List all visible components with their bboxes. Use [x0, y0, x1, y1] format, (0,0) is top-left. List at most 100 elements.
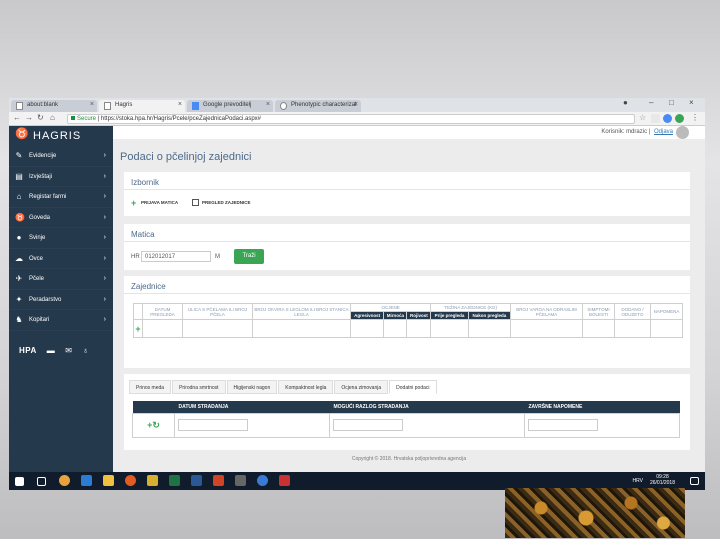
- app-icon[interactable]: [257, 475, 268, 486]
- col-ocjene: OCJENE: [349, 303, 432, 312]
- firefox-icon[interactable]: [125, 475, 136, 486]
- table-cell: [406, 319, 432, 338]
- task-view-icon[interactable]: [37, 477, 46, 486]
- zavrsne-napomene-input[interactable]: [528, 418, 598, 431]
- url-field[interactable]: Secure | https://stoka.hpa.hr/Hagris/Pce…: [67, 114, 635, 124]
- pregled-zajednice-button[interactable]: PREGLED ZAJEDNICE: [192, 199, 251, 206]
- matica-panel: Matica HR 012012017 M Traži: [124, 224, 690, 270]
- sidebar-item-registar-farmi[interactable]: ⌂ Registar farmi ›: [9, 187, 113, 208]
- sidebar-item-svinje[interactable]: ● Svinje ›: [9, 228, 113, 249]
- excel-icon[interactable]: [169, 475, 180, 486]
- reload-icon[interactable]: ↻: [37, 113, 44, 122]
- lock-icon: [71, 116, 75, 120]
- sidebar-item-peradarstvo[interactable]: ✦ Peradarstvo ›: [9, 290, 113, 310]
- window-close-icon[interactable]: ×: [689, 98, 694, 107]
- table-cell: [132, 401, 175, 413]
- hpa-logo: HPA ▬ ✉ ♁: [19, 346, 89, 355]
- add-row-icon[interactable]: +↻: [147, 420, 160, 430]
- close-icon[interactable]: ×: [90, 101, 94, 108]
- profile-icon[interactable]: ●: [623, 98, 628, 107]
- add-row-cell[interactable]: +↻: [132, 412, 175, 438]
- menu-icon[interactable]: ⋮: [691, 113, 699, 122]
- close-icon[interactable]: ×: [354, 101, 358, 108]
- clock[interactable]: 09:28 26/01/2018: [650, 474, 675, 486]
- star-icon[interactable]: ☆: [639, 113, 646, 122]
- maximize-icon[interactable]: □: [669, 98, 674, 107]
- sidebar-item-goveda[interactable]: ♉ Goveda ›: [9, 208, 113, 228]
- word-icon[interactable]: [191, 475, 202, 486]
- tab-higijenski-nagon[interactable]: Higijenski nagon: [226, 380, 278, 394]
- app-icon[interactable]: [147, 475, 158, 486]
- notification-icon[interactable]: [690, 477, 699, 485]
- razlog-stradanja-input[interactable]: [333, 418, 403, 431]
- browser-tab-translate[interactable]: Google prevoditelj ×: [187, 100, 273, 112]
- izbornik-title: Izbornik: [124, 172, 690, 190]
- main-content: Korisnik: mdrazic | Odjava Podaci o pčel…: [113, 126, 705, 472]
- extension-icon[interactable]: [663, 114, 672, 123]
- sidebar-item-izvjestaji[interactable]: ▤ Izvještaji ›: [9, 167, 113, 187]
- screen: about:blank × Hagris × Google prevoditelj ×…: [9, 98, 705, 490]
- back-icon[interactable]: ←: [13, 113, 21, 122]
- zajednice-table: DATUM PREGLEDA ULICA S PČELAMA ILI BROJ …: [133, 303, 683, 338]
- close-icon[interactable]: ×: [178, 101, 182, 108]
- app-logo[interactable]: ♉ HAGRIS: [9, 126, 113, 144]
- extension-icon[interactable]: [675, 114, 684, 123]
- poultry-icon: ✦: [15, 294, 23, 304]
- tab-dodatni-podaci[interactable]: Dodatni podaci: [389, 380, 437, 394]
- sidebar: ♉ HAGRIS ✎ Evidencije › ▤ Izvještaji › ⌂ Regis…: [9, 126, 113, 472]
- table-cell: [582, 319, 615, 338]
- tab-prinos-meda[interactable]: Prinos meda: [129, 380, 172, 394]
- sidebar-item-ovce[interactable]: ☁ Ovce ›: [9, 249, 113, 269]
- table-cell: [650, 319, 683, 338]
- plus-icon[interactable]: +: [135, 324, 140, 334]
- report-icon: ▤: [15, 171, 23, 181]
- tab-kompaktnost-legla[interactable]: Kompaktnost legla: [278, 380, 334, 394]
- prijava-matica-button[interactable]: + PRIJAVA MATICA: [131, 198, 178, 208]
- matica-input[interactable]: 012012017: [141, 251, 211, 262]
- table-cell: [349, 319, 385, 338]
- datum-stradanja-input[interactable]: [178, 418, 248, 431]
- extension-icon[interactable]: [651, 114, 660, 123]
- close-icon[interactable]: ×: [266, 101, 270, 108]
- table-header-row: DATUM STRADANJA MOGUĆI RAZLOG STRADANJA …: [132, 401, 680, 413]
- pdf-icon[interactable]: [279, 475, 290, 486]
- preview-icon: [192, 199, 199, 206]
- sidebar-item-kopitari[interactable]: ♞ Kopitari ›: [9, 310, 113, 331]
- sheep-icon: ☁: [15, 253, 23, 263]
- browser-tab-hagris[interactable]: Hagris ×: [99, 100, 185, 112]
- sidebar-item-label: Goveda: [29, 214, 51, 221]
- language-indicator[interactable]: HRV: [633, 478, 643, 484]
- home-icon[interactable]: ⌂: [50, 113, 55, 122]
- sidebar-item-label: Registar farmi: [29, 194, 67, 200]
- tab-prirodna-smrtnost[interactable]: Prirodna smrtnost: [172, 380, 226, 394]
- explorer-icon[interactable]: [103, 475, 114, 486]
- logout-link[interactable]: Odjava: [654, 129, 673, 135]
- sidebar-item-evidencije[interactable]: ✎ Evidencije ›: [9, 146, 113, 167]
- izbornik-panel: Izbornik + PRIJAVA MATICA PREGLED ZAJEDNI…: [124, 172, 690, 216]
- table-row: +: [133, 319, 683, 338]
- partner-badge-icon: ♁: [82, 346, 89, 355]
- browser-tab-blank[interactable]: about:blank ×: [11, 100, 97, 112]
- powerpoint-icon[interactable]: [213, 475, 224, 486]
- add-row-cell[interactable]: +: [133, 319, 143, 338]
- col-zavrsne-napomene: ZAVRŠNE NAPOMENE: [524, 401, 680, 413]
- hpa-logo-text: HPA: [19, 346, 37, 355]
- avatar[interactable]: [676, 126, 689, 139]
- app-icon[interactable]: [235, 475, 246, 486]
- search-button[interactable]: Traži: [234, 249, 264, 264]
- tab-ocjena-zimovanja[interactable]: Ocjena zimovanja: [334, 380, 389, 394]
- chevron-right-icon: ›: [103, 193, 106, 200]
- table-cell: [329, 412, 525, 438]
- browser-tab-phenotypic[interactable]: Phenotypic characterizat ×: [275, 100, 361, 112]
- user-bar: Korisnik: mdrazic | Odjava: [113, 126, 705, 139]
- edge-icon[interactable]: [81, 475, 92, 486]
- chrome-icon[interactable]: [59, 475, 70, 486]
- minimize-icon[interactable]: –: [649, 98, 653, 107]
- m-label: M: [215, 254, 220, 260]
- forward-icon[interactable]: →: [25, 113, 33, 122]
- chevron-right-icon: ›: [103, 254, 106, 262]
- windows-start-icon[interactable]: [15, 477, 24, 486]
- table-cell: [614, 319, 651, 338]
- sidebar-item-pcele[interactable]: ✈ Pčele ›: [9, 269, 113, 290]
- clock-date: 26/01/2018: [649, 480, 675, 486]
